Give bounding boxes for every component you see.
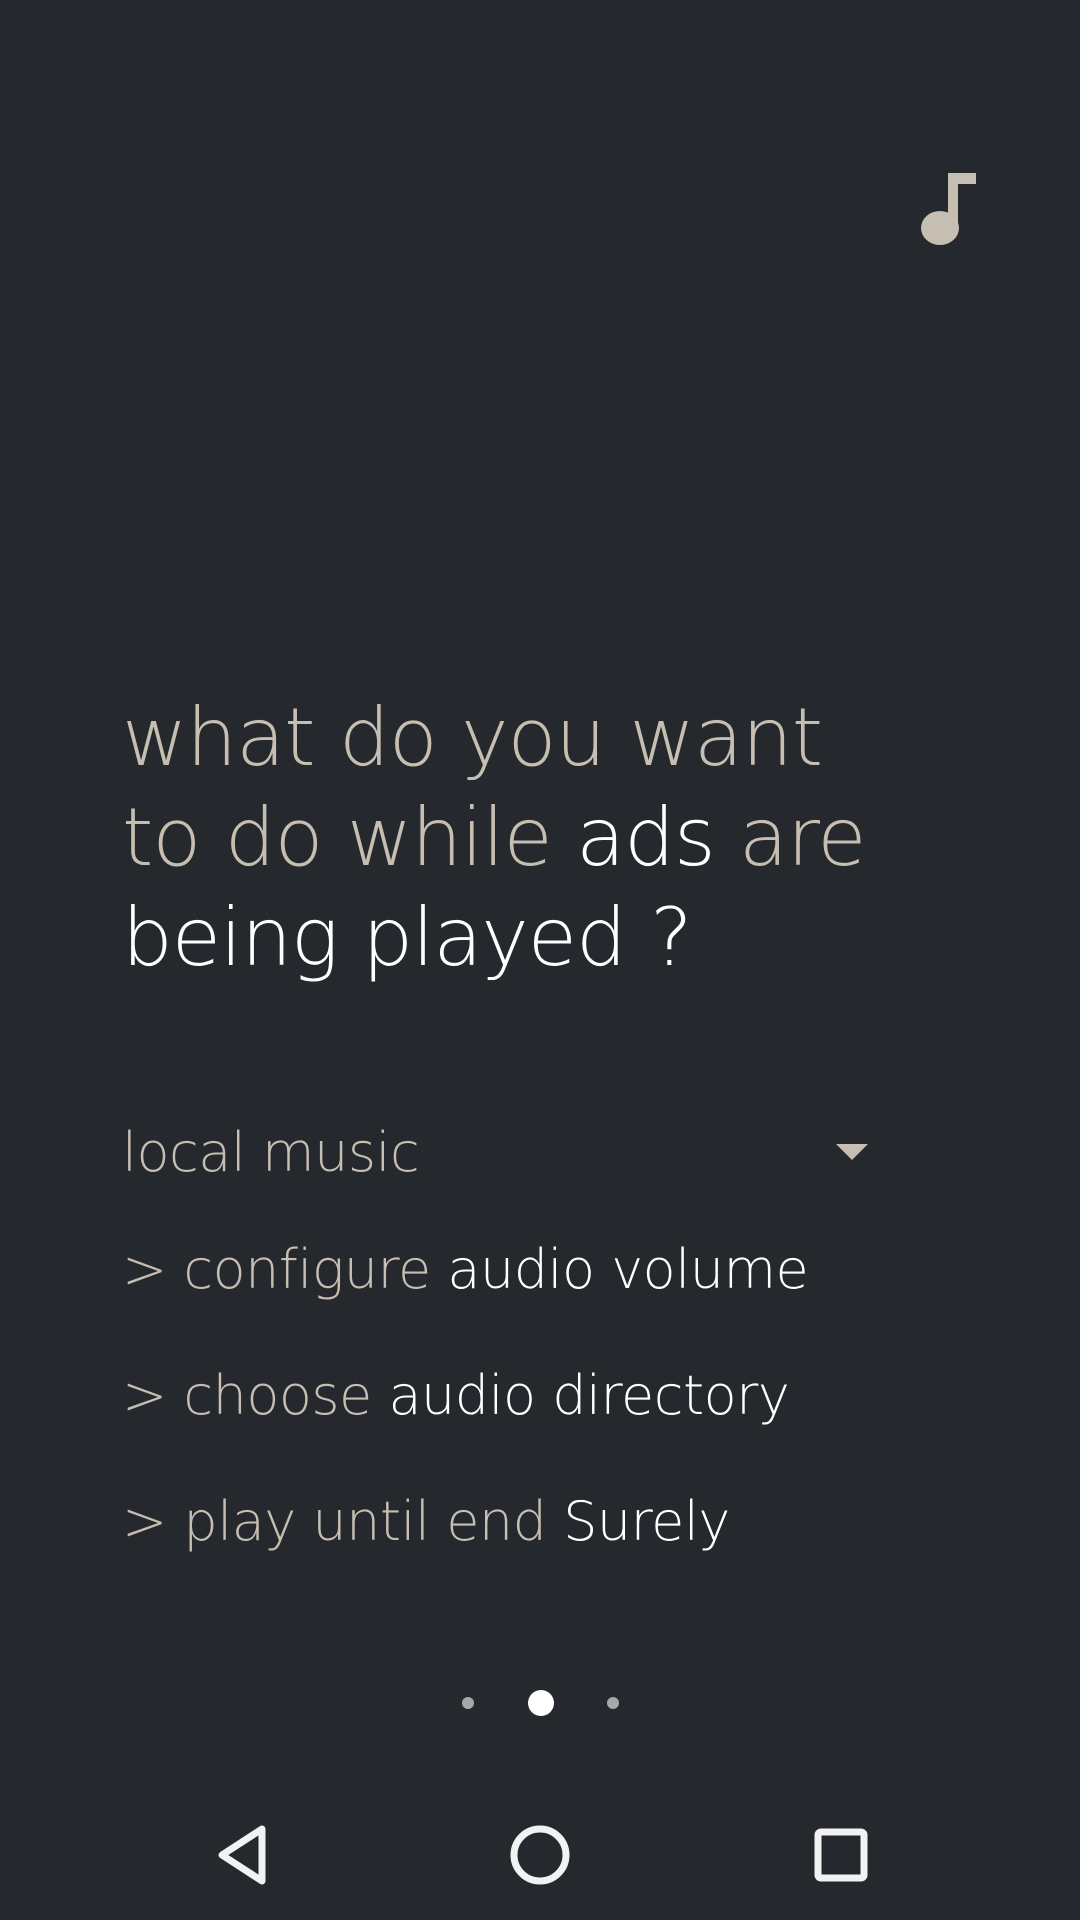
option-value: audio directory bbox=[388, 1364, 790, 1427]
choose-audio-directory-option[interactable]: > choose audio directory bbox=[122, 1364, 790, 1427]
option-value: audio volume bbox=[447, 1238, 809, 1301]
headline-line-3: being played ? bbox=[122, 891, 693, 984]
option-value: Surely bbox=[563, 1490, 730, 1553]
recents-button[interactable] bbox=[796, 1810, 886, 1900]
recents-square-icon bbox=[814, 1828, 868, 1882]
ad-action-dropdown[interactable]: local music bbox=[122, 1112, 872, 1192]
home-circle-icon bbox=[510, 1825, 570, 1885]
system-navigation-bar bbox=[0, 1790, 1080, 1920]
home-button[interactable] bbox=[495, 1810, 585, 1900]
music-note-icon bbox=[921, 173, 976, 245]
headline-line-1: what do you want bbox=[122, 691, 823, 784]
option-prefix: > configure bbox=[122, 1238, 448, 1301]
page-dot-active bbox=[528, 1690, 554, 1716]
back-button[interactable] bbox=[197, 1810, 287, 1900]
dropdown-arrow-icon bbox=[836, 1144, 868, 1160]
option-prefix: > play until end bbox=[122, 1490, 564, 1553]
question-headline: what do you want to do while ads are bei… bbox=[122, 688, 1002, 988]
headline-line-2b: ads bbox=[576, 791, 715, 884]
configure-audio-volume-option[interactable]: > configure audio volume bbox=[122, 1238, 809, 1301]
dropdown-selected-value: local music bbox=[122, 1120, 420, 1184]
headline-line-2a: to do while bbox=[122, 791, 577, 884]
page-indicator bbox=[0, 1688, 1080, 1718]
back-triangle-icon bbox=[218, 1825, 266, 1885]
headline-line-2c: are bbox=[714, 791, 866, 884]
page-dot bbox=[607, 1697, 619, 1709]
play-until-end-option[interactable]: > play until end Surely bbox=[122, 1490, 730, 1553]
page-dot bbox=[462, 1697, 474, 1709]
option-prefix: > choose bbox=[122, 1364, 389, 1427]
